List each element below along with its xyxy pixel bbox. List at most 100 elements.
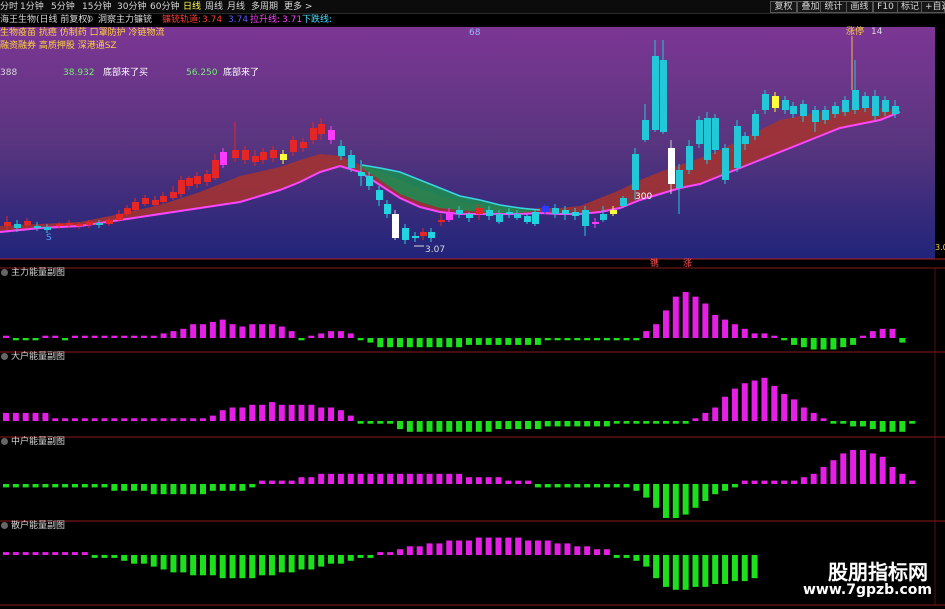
candle-body <box>762 94 769 110</box>
energy-bar <box>899 421 906 432</box>
energy-bar <box>869 331 876 338</box>
energy-bar <box>712 484 719 495</box>
energy-bar <box>52 484 59 488</box>
candle-body <box>376 190 383 200</box>
period-tab-more[interactable]: 更多 > <box>284 0 312 14</box>
energy-bar <box>298 477 305 484</box>
value-a-label: 38.932 <box>63 68 95 78</box>
energy-bar <box>653 324 660 338</box>
energy-bar <box>741 555 748 582</box>
candle-body <box>610 210 617 214</box>
energy-bar <box>367 421 374 424</box>
indicator-dot-icon <box>1 438 8 445</box>
adjust-button[interactable]: 复权 <box>770 1 797 13</box>
energy-bar <box>594 338 600 341</box>
period-tab-intraday[interactable]: 分时 <box>0 0 18 14</box>
period-tab-30min[interactable]: 30分钟 <box>117 0 146 14</box>
subchart-title-medium[interactable]: 中户能量副图 <box>0 437 65 448</box>
energy-bar <box>121 418 128 421</box>
limit-up-count: 14 <box>871 27 883 37</box>
f10-button[interactable]: F10 <box>873 1 898 13</box>
period-tab-1min[interactable]: 1分钟 <box>20 0 44 14</box>
indicator-name[interactable]: 洞察主力镰铳 <box>98 14 152 27</box>
period-tab-monthly[interactable]: 月线 <box>227 0 245 14</box>
energy-bar <box>12 412 19 421</box>
settings-gear-icon[interactable]: ⚙ <box>86 14 94 27</box>
candle-body <box>506 212 513 214</box>
period-tab-weekly[interactable]: 周线 <box>205 0 223 14</box>
period-tab-15min[interactable]: 15分钟 <box>82 0 111 14</box>
energy-bar <box>584 338 591 341</box>
energy-bar <box>298 404 305 421</box>
subchart-title-big[interactable]: 大户能量副图 <box>0 352 65 363</box>
candle-body <box>456 210 463 214</box>
candle-body <box>86 222 93 225</box>
energy-bar <box>594 549 600 555</box>
energy-bar <box>515 338 522 345</box>
energy-bar <box>328 473 335 484</box>
candle-body <box>476 208 483 214</box>
energy-bar <box>505 480 512 484</box>
energy-bar <box>899 338 906 343</box>
energy-bar <box>406 546 413 555</box>
mark-button[interactable]: 标记 <box>897 1 922 13</box>
candle-body <box>722 148 729 180</box>
energy-bar <box>268 555 275 576</box>
energy-bar <box>387 473 394 484</box>
candle-body <box>252 156 259 162</box>
candle-body <box>642 120 649 140</box>
energy-bar <box>318 473 325 484</box>
energy-bar <box>712 315 719 338</box>
energy-bar <box>347 415 354 421</box>
candle-body <box>772 96 779 108</box>
energy-bar <box>544 338 551 341</box>
candle-body <box>882 100 889 112</box>
energy-bar <box>328 331 335 338</box>
energy-bar <box>121 555 128 561</box>
energy-bar <box>91 418 98 421</box>
energy-bar <box>485 537 492 555</box>
energy-bar <box>830 338 837 350</box>
energy-bar <box>525 421 532 430</box>
candle-body <box>822 110 829 120</box>
energy-bar <box>456 338 463 348</box>
period-tab-5min[interactable]: 5分钟 <box>51 0 75 14</box>
energy-bar <box>662 421 669 424</box>
candle-body <box>862 96 869 108</box>
energy-bar <box>731 484 738 488</box>
subchart-title-retail[interactable]: 散户能量副图 <box>0 521 65 532</box>
line4-label: 下跌线: <box>302 15 333 25</box>
energy-bar <box>357 421 364 424</box>
energy-bar <box>219 484 226 491</box>
energy-bar <box>52 552 59 555</box>
energy-bar <box>869 421 876 430</box>
energy-bar <box>131 555 138 564</box>
draw-button[interactable]: 画线 <box>846 1 873 13</box>
line2-value: 3.74 <box>228 15 249 25</box>
energy-bar <box>544 540 551 555</box>
energy-bar <box>160 418 167 421</box>
energy-bar <box>367 555 374 558</box>
energy-bar <box>170 484 177 495</box>
energy-bar <box>3 412 9 421</box>
energy-bar <box>889 328 896 338</box>
energy-bar <box>741 480 748 484</box>
add-watchlist-button[interactable]: +自选 <box>921 1 945 13</box>
stats-button[interactable]: 统计 <box>820 1 847 13</box>
energy-bar <box>771 335 778 338</box>
energy-bar <box>190 484 197 495</box>
energy-bar <box>534 421 541 430</box>
period-tab-multi[interactable]: 多周期 <box>251 0 278 14</box>
energy-bar <box>62 484 69 488</box>
candle-body <box>348 155 355 168</box>
energy-bar <box>662 484 669 518</box>
subchart-title-main-force[interactable]: 主力能量副图 <box>0 268 65 279</box>
energy-bar <box>623 421 630 424</box>
period-tab-daily[interactable]: 日线 <box>183 0 201 14</box>
subchart-title-text: 大户能量副图 <box>11 352 66 362</box>
signal-a-label: 底部来了买 <box>103 68 149 78</box>
energy-bar <box>288 480 295 484</box>
period-tab-60min[interactable]: 60分钟 <box>150 0 179 14</box>
energy-bar <box>436 421 443 432</box>
energy-bar <box>229 484 236 491</box>
